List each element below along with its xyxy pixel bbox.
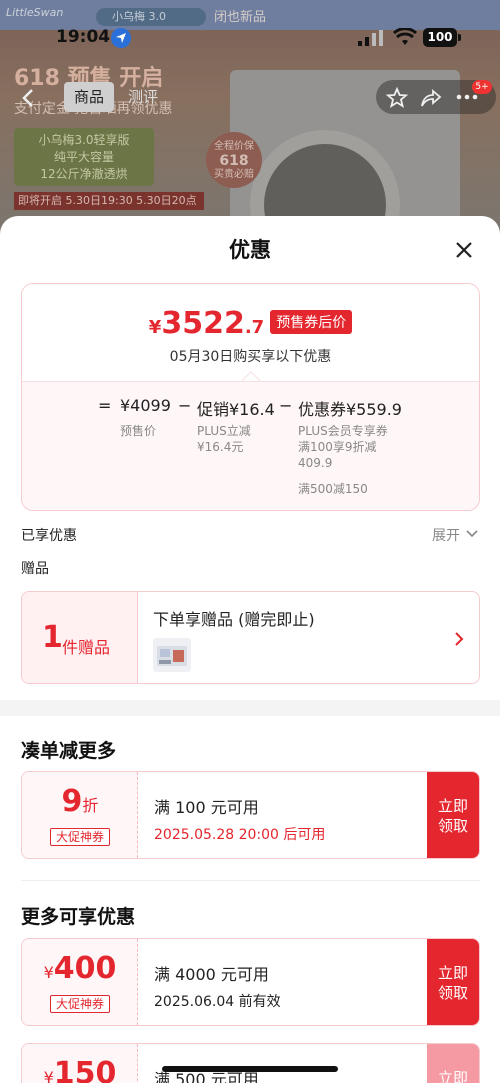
- coupon-card: ¥150 满 500 元可用 立即: [21, 1043, 480, 1083]
- gift-thumbnail: [153, 638, 191, 672]
- coupon-badge: 大促神券: [50, 828, 110, 846]
- coupon-card: ¥400 大促神券 满 4000 元可用 2025.06.04 前有效 立即领取: [21, 938, 480, 1026]
- gift-card[interactable]: 1 件赠品 下单享赠品 (赠完即止): [21, 591, 480, 684]
- claim-coupon-button[interactable]: 立即领取: [427, 939, 479, 1025]
- coupon-value: ¥150: [22, 1056, 138, 1083]
- section-title-more-discount: 凑单减更多: [21, 740, 117, 762]
- coupon-detail-line: PLUS会员专享券: [298, 424, 388, 438]
- coupon-discount: 优惠券¥559.9: [298, 400, 402, 419]
- wifi-icon: [393, 28, 417, 45]
- tab-review[interactable]: 测评: [118, 82, 168, 112]
- coupon-value-panel: 9折 大促神券: [22, 772, 138, 858]
- coupon-value-panel: ¥400 大促神券: [22, 939, 138, 1025]
- signal-icon: [358, 30, 383, 46]
- notification-badge: 5+: [472, 80, 492, 94]
- coupon-value: 9折: [22, 784, 138, 819]
- discount-sheet: 优惠 ¥3522.7 预售券后价 05月30日购买享以下优惠 = ¥4099 预售…: [0, 216, 500, 1083]
- coupon-prefix: ¥: [43, 963, 54, 982]
- home-indicator[interactable]: [162, 1066, 338, 1072]
- coupon-badge: 大促神券: [50, 995, 110, 1013]
- coupon-condition: 满 100 元可用: [154, 798, 259, 817]
- back-arrow-icon[interactable]: [20, 88, 36, 108]
- chevron-right-icon: [455, 632, 464, 646]
- battery-tip: [458, 34, 461, 41]
- coupon-condition: 满 4000 元可用: [154, 965, 269, 984]
- coupon-value: ¥400: [22, 951, 138, 986]
- section-divider: [0, 700, 500, 716]
- coupon-value-panel: ¥150: [22, 1044, 138, 1083]
- minus-sign: −: [279, 396, 293, 415]
- gift-unit: 件赠品: [62, 638, 111, 657]
- claim-button-label: 立即领取: [437, 797, 468, 835]
- close-icon[interactable]: [452, 238, 476, 262]
- price-integer: 3522: [161, 306, 245, 341]
- claim-coupon-button[interactable]: 立即领取: [427, 772, 479, 858]
- share-icon[interactable]: [420, 87, 442, 109]
- coupon-validity: 2025.06.04 前有效: [154, 994, 281, 1010]
- final-price: ¥3522.7 预售券后价: [22, 306, 479, 341]
- coupon-amount: 9: [61, 784, 83, 819]
- status-time: 19:04: [56, 27, 111, 47]
- star-icon[interactable]: [386, 87, 408, 109]
- coupon-amount: 400: [53, 951, 117, 986]
- gift-title: 下单享赠品 (赠完即止): [153, 610, 315, 629]
- expand-button[interactable]: 展开: [432, 525, 479, 545]
- battery-indicator: 100: [423, 28, 457, 47]
- price-decimal: .7: [244, 317, 265, 338]
- currency-symbol: ¥: [148, 317, 162, 338]
- claim-button-label: 立即领取: [437, 964, 468, 1002]
- coupon-detail: PLUS会员专享券 满100享9折减 409.9 满500减150: [298, 423, 388, 497]
- promo-detail-line: PLUS立减: [197, 424, 251, 438]
- tab-product[interactable]: 商品: [64, 82, 115, 112]
- coupon-detail-line: 409.9: [298, 456, 333, 470]
- coupon-detail-line: 满500减150: [298, 482, 368, 496]
- coupon-validity: 2025.05.28 20:00 后可用: [154, 827, 326, 843]
- gift-count-panel: 1 件赠品: [22, 592, 138, 683]
- sheet-title: 优惠: [229, 238, 271, 262]
- minus-sign: −: [178, 396, 192, 415]
- section-title-more-offers: 更多可享优惠: [21, 906, 136, 928]
- promo-detail: PLUS立减 ¥16.4元: [197, 423, 251, 455]
- coupon-amount: 150: [53, 1056, 117, 1083]
- promo-detail-line: ¥16.4元: [197, 440, 244, 454]
- claim-coupon-button[interactable]: 立即: [427, 1044, 479, 1083]
- location-arrow-icon: [111, 28, 131, 48]
- gift-section-label: 赠品: [21, 561, 49, 577]
- coupon-info: 满 500 元可用: [138, 1044, 429, 1083]
- product-tabs: 商品 测评: [64, 82, 168, 112]
- coupon-card: 9折 大促神券 满 100 元可用 2025.05.28 20:00 后可用 立…: [21, 771, 480, 859]
- coupon-detail-line: 满100享9折减: [298, 440, 377, 454]
- more-icon[interactable]: [456, 94, 478, 100]
- enjoyed-discounts-label: 已享优惠: [21, 528, 77, 544]
- chevron-down-icon: [466, 530, 479, 538]
- equals-sign: =: [98, 396, 112, 415]
- claim-button-label: 立即: [437, 1069, 468, 1083]
- price-description: 05月30日购买享以下优惠: [169, 349, 332, 365]
- section-divider-line: [21, 880, 480, 881]
- base-price: ¥4099: [120, 396, 171, 415]
- coupon-unit: 折: [82, 796, 99, 815]
- promo-discount: 促销¥16.4: [197, 400, 275, 419]
- coupon-info: 满 100 元可用 2025.05.28 20:00 后可用: [138, 772, 429, 858]
- gift-count: 1: [42, 620, 63, 655]
- price-tag: 预售券后价: [270, 310, 353, 334]
- coupon-prefix: ¥: [43, 1068, 54, 1083]
- coupon-info: 满 4000 元可用 2025.06.04 前有效: [138, 939, 429, 1025]
- expand-label: 展开: [432, 528, 460, 544]
- price-summary-card: ¥3522.7 预售券后价 05月30日购买享以下优惠 = ¥4099 预售价 −…: [21, 283, 480, 511]
- base-price-label: 预售价: [120, 424, 157, 438]
